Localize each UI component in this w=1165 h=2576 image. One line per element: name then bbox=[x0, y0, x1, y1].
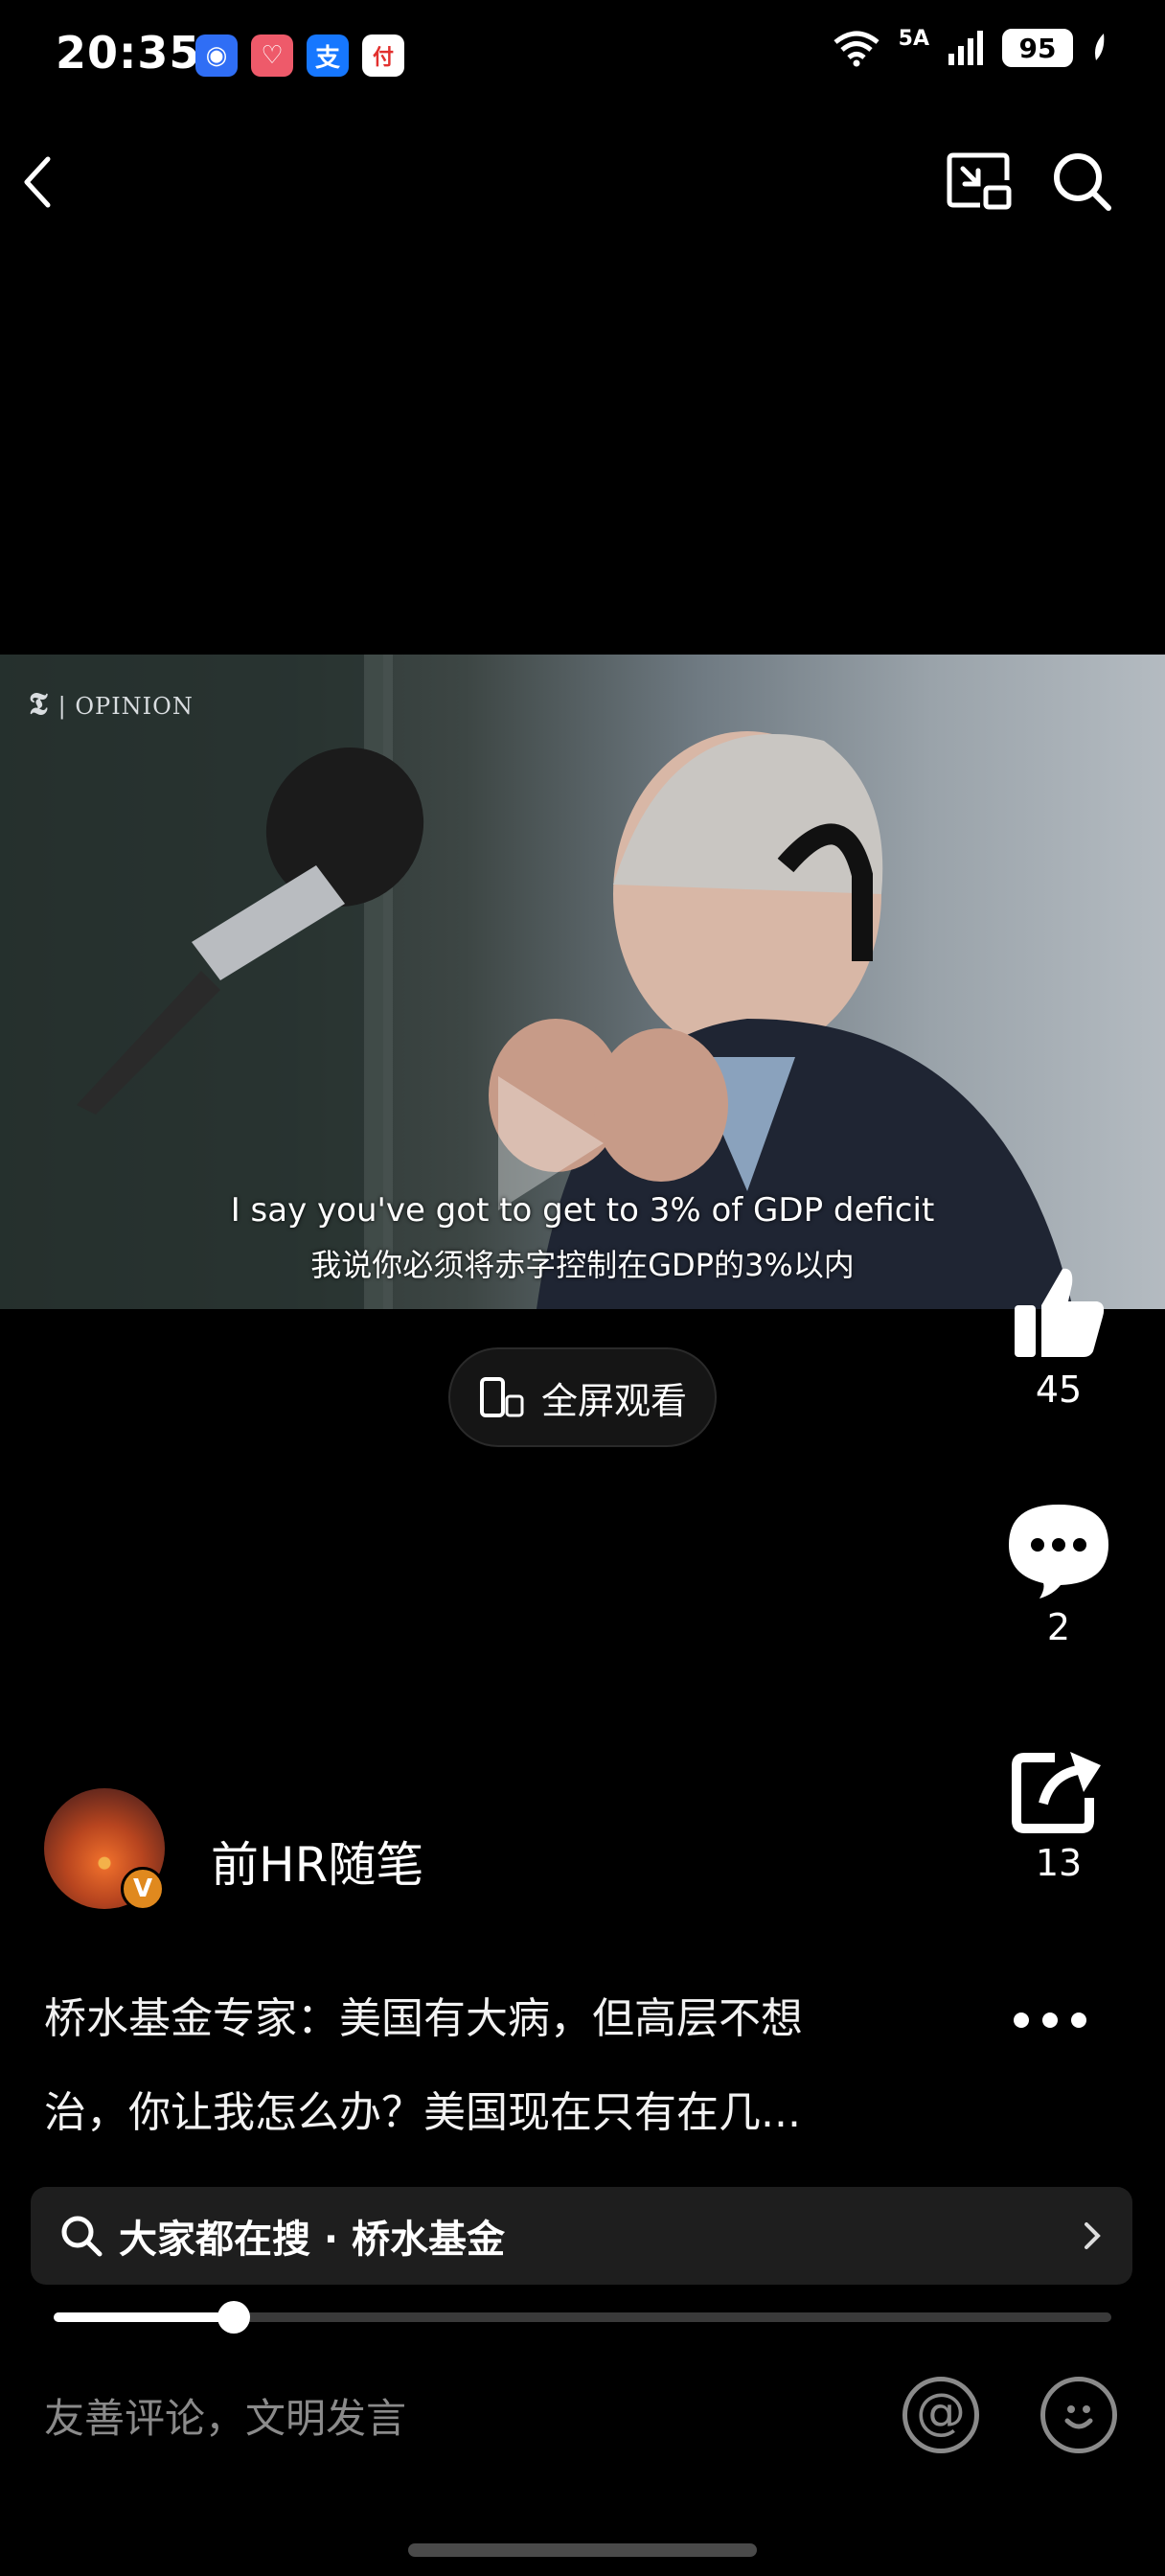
picture-in-picture-button[interactable] bbox=[941, 144, 1017, 220]
progress-knob[interactable] bbox=[217, 2301, 250, 2334]
back-button[interactable] bbox=[0, 144, 77, 220]
video-watermark-label: OPINION bbox=[75, 693, 194, 720]
comment-input[interactable]: 友善评论，文明发言 bbox=[44, 2386, 406, 2445]
fullscreen-button[interactable]: 全屏观看 bbox=[448, 1347, 717, 1447]
pay-app-icon: 付 bbox=[362, 34, 404, 77]
home-indicator[interactable] bbox=[408, 2543, 757, 2557]
dot-icon bbox=[1071, 2012, 1086, 2028]
mention-button[interactable]: @ bbox=[902, 2377, 979, 2453]
progress-fill bbox=[54, 2312, 234, 2322]
video-watermark: 𝕿 | OPINION bbox=[29, 685, 194, 722]
search-button[interactable] bbox=[1044, 144, 1121, 220]
share-count: 13 bbox=[1035, 1842, 1083, 1884]
dot-icon bbox=[1014, 2012, 1029, 2028]
comment-bubble-icon bbox=[1009, 1505, 1108, 1598]
share-icon bbox=[1012, 1752, 1101, 1833]
comment-button[interactable]: 2 bbox=[996, 1501, 1121, 1648]
back-arrow-icon bbox=[24, 156, 51, 208]
share-button[interactable]: 13 bbox=[996, 1744, 1121, 1884]
author-name[interactable]: 前HR随笔 bbox=[211, 1827, 423, 1896]
video-caption[interactable]: 桥水基金专家：美国有大病，但高层不想 治，你让我怎么办？美国现在只有在几... bbox=[44, 1972, 906, 2160]
status-indicators: 5A 95 bbox=[832, 26, 1108, 67]
network-type-label: 5A bbox=[898, 26, 929, 51]
contacts-app-icon: ◉ bbox=[195, 34, 238, 77]
like-count: 45 bbox=[1035, 1368, 1083, 1411]
battery-indicator: 95 bbox=[1002, 29, 1073, 67]
rotate-phone-icon bbox=[479, 1377, 524, 1417]
verified-badge-label: V bbox=[132, 1874, 153, 1903]
caption-line-1: 桥水基金专家：美国有大病，但高层不想 bbox=[44, 1994, 803, 2043]
smiley-icon bbox=[1064, 2405, 1093, 2429]
subtitle-english: I say you've got to get to 3% of GDP def… bbox=[230, 1191, 935, 1230]
play-icon[interactable] bbox=[498, 1076, 604, 1210]
trending-search-label: 大家都在搜 · 桥水基金 bbox=[119, 2218, 506, 2262]
search-icon bbox=[1054, 153, 1111, 211]
charging-leaf-icon bbox=[1095, 34, 1105, 60]
caption-line-2: 治，你让我怎么办？美国现在只有在几... bbox=[44, 2088, 801, 2137]
signal-icon bbox=[948, 31, 983, 65]
thumbs-up-icon bbox=[1015, 1268, 1105, 1357]
health-app-icon: ♡ bbox=[251, 34, 293, 77]
video-player[interactable]: 𝕿 | OPINION I say you've got to get to 3%… bbox=[0, 655, 1165, 1309]
nyt-logo-icon: 𝕿 bbox=[29, 685, 49, 722]
trending-search-bar[interactable]: 大家都在搜 · 桥水基金 bbox=[31, 2187, 1132, 2285]
more-options-button[interactable] bbox=[1014, 2012, 1086, 2028]
wifi-icon bbox=[834, 31, 879, 67]
emoji-button[interactable] bbox=[1040, 2377, 1117, 2453]
subtitle-chinese: 我说你必须将赤字控制在GDP的3%以内 bbox=[310, 1247, 855, 1283]
chevron-right-icon bbox=[1085, 2222, 1101, 2249]
verified-badge-icon: V bbox=[121, 1867, 165, 1911]
battery-level: 95 bbox=[1018, 32, 1057, 64]
fullscreen-label: 全屏观看 bbox=[540, 1379, 687, 1422]
picture-in-picture-icon bbox=[947, 152, 1012, 210]
status-time: 20:35 bbox=[56, 27, 201, 79]
at-icon: @ bbox=[916, 2383, 966, 2441]
comment-count: 2 bbox=[1046, 1606, 1071, 1648]
like-button[interactable]: 45 bbox=[996, 1263, 1121, 1411]
dot-icon bbox=[1042, 2012, 1058, 2028]
search-icon bbox=[61, 2216, 103, 2257]
alipay-app-icon: 支 bbox=[307, 34, 349, 77]
